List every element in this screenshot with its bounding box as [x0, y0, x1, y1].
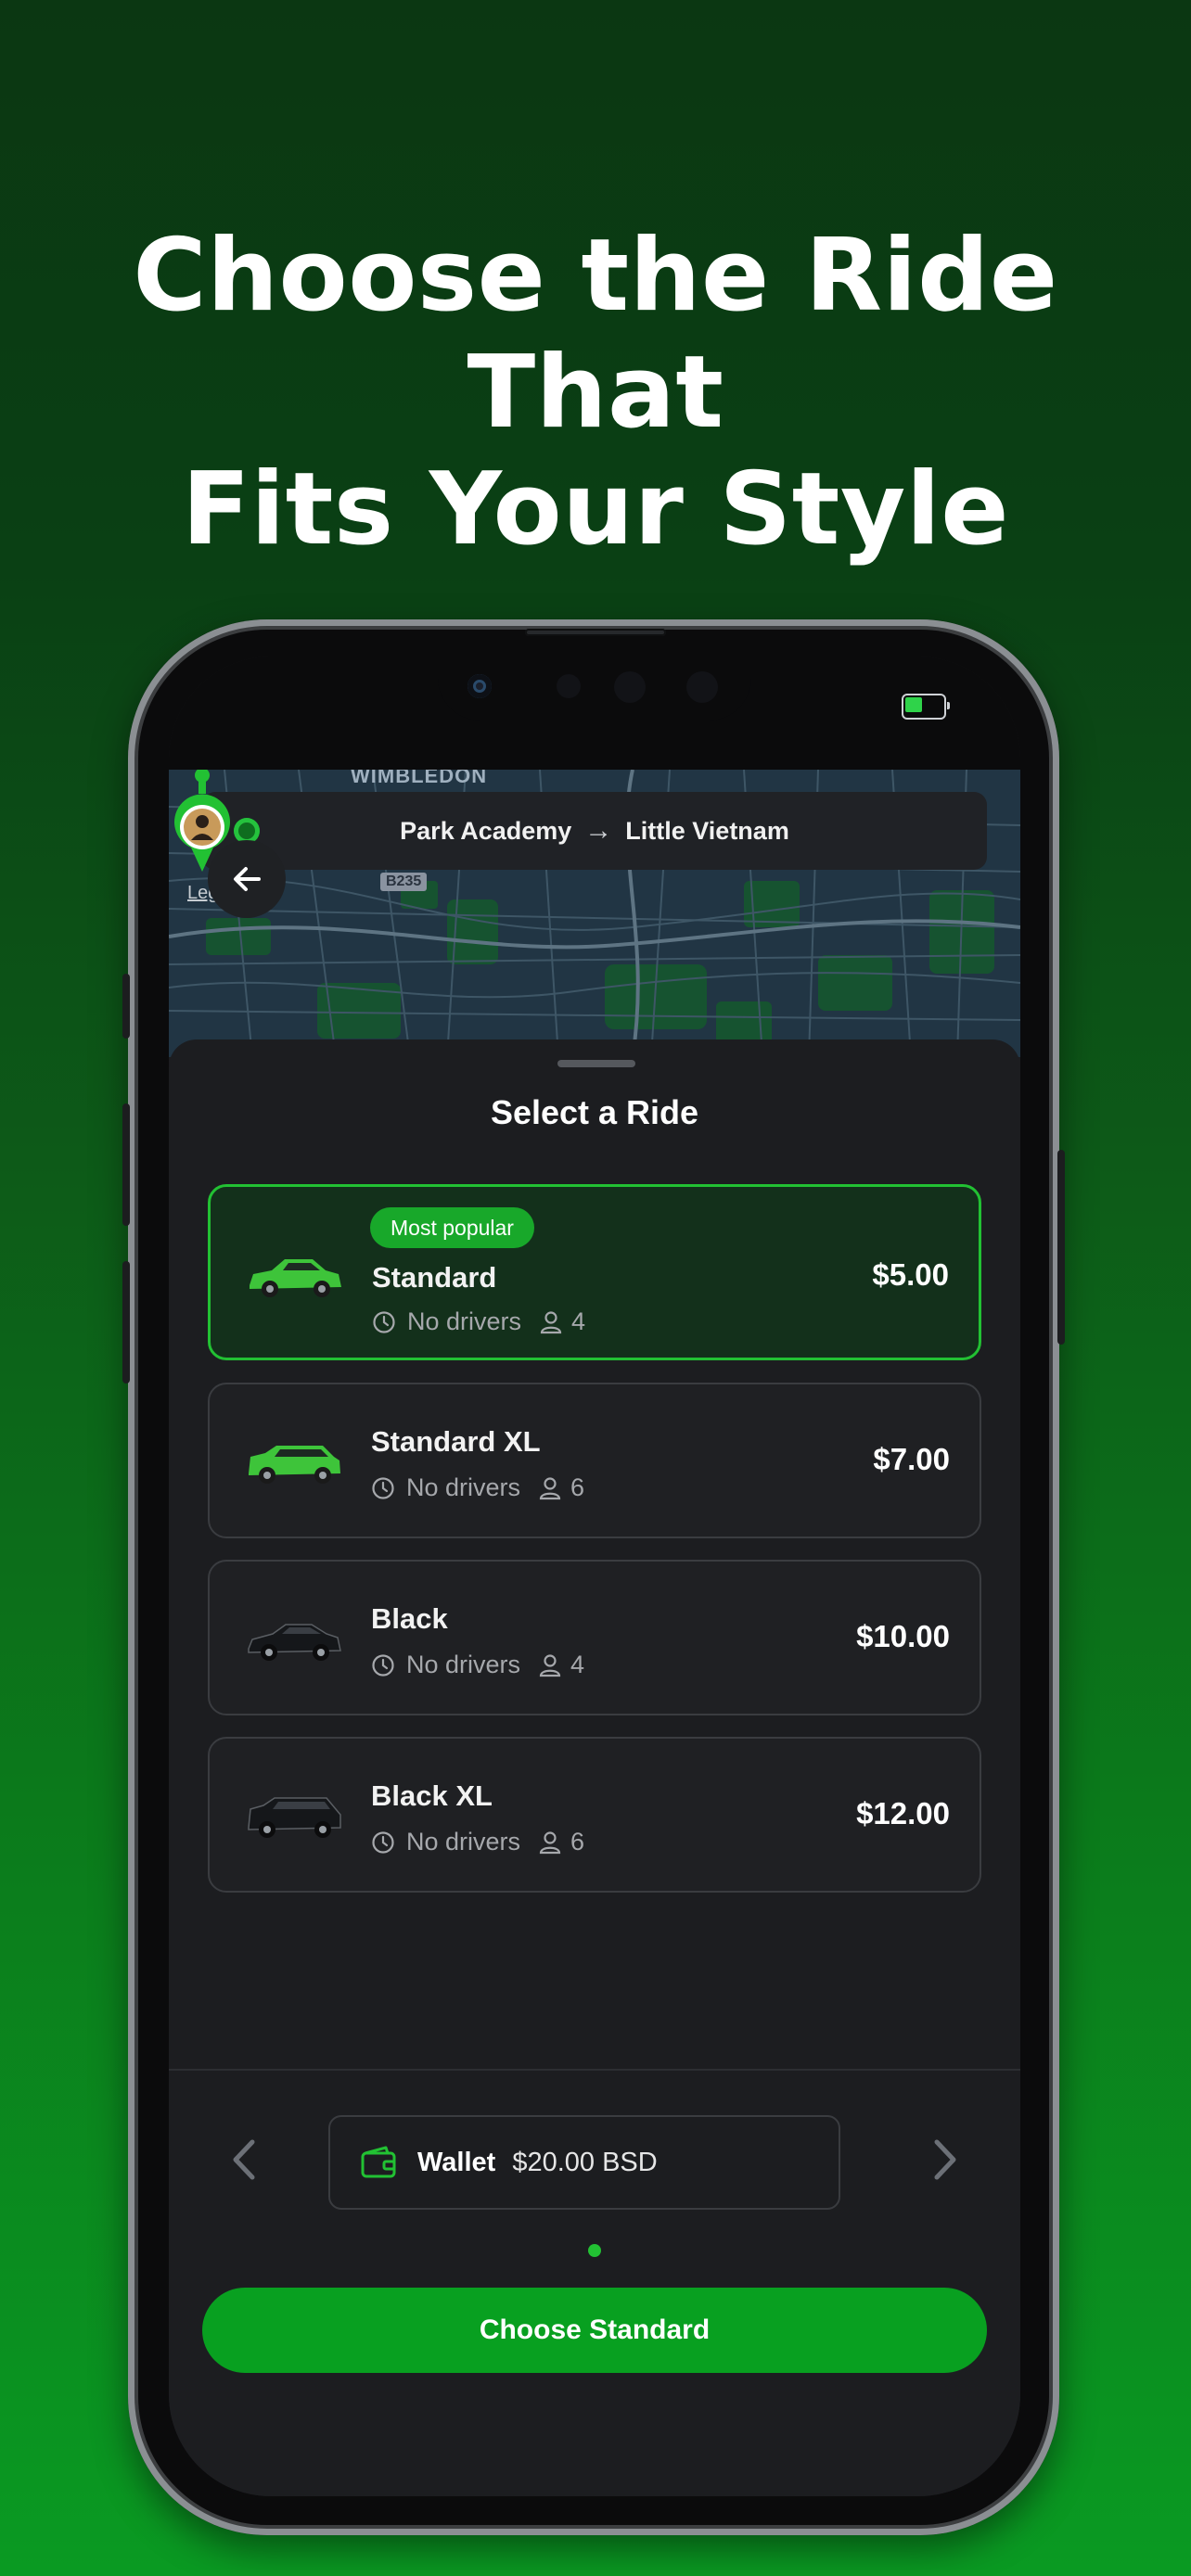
ride-option-black[interactable]: Black No drivers 4 $10.00 — [208, 1560, 981, 1715]
map-area-label: WIMBLEDON — [351, 770, 488, 787]
car-icon — [250, 1259, 341, 1297]
ride-name: Standard — [372, 1261, 497, 1294]
back-arrow-icon — [234, 867, 261, 891]
ride-option-standard[interactable]: Most popular Standard No drivers 4 $5.00 — [208, 1184, 981, 1360]
person-icon — [539, 1653, 561, 1677]
person-icon — [539, 1476, 561, 1499]
car-icon — [249, 1446, 340, 1484]
ride-name: Standard XL — [371, 1425, 541, 1458]
car-icon — [248, 1797, 341, 1838]
ride-price: $7.00 — [873, 1442, 950, 1476]
ride-availability: No drivers — [406, 1473, 521, 1501]
chevron-left-icon — [233, 2139, 255, 2180]
phone-speaker-grille — [525, 629, 666, 636]
payment-method-label: Wallet — [417, 2147, 496, 2177]
phone-volume-down — [122, 1261, 130, 1384]
ride-option-standard-xl[interactable]: Standard XL No drivers 6 $7.00 — [208, 1383, 981, 1538]
ride-availability: No drivers — [407, 1307, 522, 1335]
ride-meta: No drivers 4 — [372, 1307, 585, 1336]
choose-ride-button[interactable]: Choose Standard — [202, 2288, 987, 2373]
headline-line-2: Fits Your Style — [181, 452, 1010, 567]
sensor-icon — [686, 671, 718, 703]
phone-volume-up — [122, 1103, 130, 1226]
sensor-icon — [557, 674, 581, 698]
marketing-headline: Choose the Ride That Fits Your Style — [0, 218, 1191, 568]
sheet-title: Select a Ride — [490, 1093, 699, 1131]
ride-meta: No drivers 6 — [371, 1473, 584, 1502]
ride-meta: No drivers 6 — [371, 1828, 584, 1856]
route-origin: Park Academy — [400, 816, 572, 845]
car-icon — [248, 1624, 341, 1661]
ride-seats: 4 — [571, 1307, 586, 1335]
camera-notch — [438, 657, 751, 721]
ride-price: $12.00 — [856, 1796, 950, 1830]
sheet-grabber[interactable] — [557, 1060, 635, 1067]
wallet-balance: $20.00 BSD — [512, 2147, 658, 2177]
most-popular-badge: Most popular — [370, 1207, 534, 1248]
payment-method-selector[interactable]: Wallet $20.00 BSD — [328, 2115, 840, 2210]
ride-availability: No drivers — [406, 1828, 521, 1855]
ride-seats: 6 — [570, 1473, 585, 1501]
ride-selection-sheet: Select a Ride Most popular Standard No d… — [169, 1039, 1020, 2496]
phone-mute-switch — [122, 974, 130, 1039]
ride-name: Black XL — [371, 1779, 493, 1812]
ride-seats: 4 — [570, 1651, 585, 1678]
battery-icon — [902, 694, 950, 720]
arrow-right-icon: → — [584, 815, 613, 846]
route-summary-bar[interactable]: Park Academy → Little Vietnam — [202, 792, 987, 870]
person-icon — [539, 1830, 561, 1854]
phone-screen: WIMBLEDON B235 Legal Park Academy → Litt… — [169, 657, 1020, 2496]
route-destination: Little Vietnam — [625, 816, 789, 845]
back-button[interactable] — [208, 840, 286, 918]
payment-page-indicator — [588, 2244, 601, 2257]
previous-payment-button[interactable] — [230, 2136, 267, 2183]
clock-icon — [372, 1476, 394, 1499]
route-map[interactable]: WIMBLEDON B235 Legal Park Academy → Litt… — [169, 770, 1020, 1057]
front-camera-icon — [467, 674, 492, 698]
ride-availability: No drivers — [406, 1651, 521, 1678]
ride-price: $10.00 — [856, 1619, 950, 1653]
ride-option-black-xl[interactable]: Black XL No drivers 6 $12.00 — [208, 1737, 981, 1893]
divider — [169, 2069, 1020, 2071]
phone-power-button — [1057, 1150, 1065, 1345]
ride-seats: 6 — [570, 1828, 585, 1855]
chevron-right-icon — [934, 2139, 956, 2180]
road-tag: B235 — [380, 873, 428, 891]
wallet-icon — [361, 2146, 396, 2178]
clock-icon — [372, 1653, 394, 1677]
clock-icon — [372, 1830, 394, 1854]
person-icon — [540, 1310, 562, 1333]
ride-meta: No drivers 4 — [371, 1651, 584, 1679]
clock-icon — [373, 1310, 395, 1333]
sensor-icon — [614, 671, 646, 703]
next-payment-button[interactable] — [931, 2136, 968, 2183]
ride-price: $5.00 — [872, 1257, 949, 1292]
headline-line-1: Choose the Ride That — [133, 218, 1058, 451]
ride-name: Black — [371, 1602, 448, 1635]
